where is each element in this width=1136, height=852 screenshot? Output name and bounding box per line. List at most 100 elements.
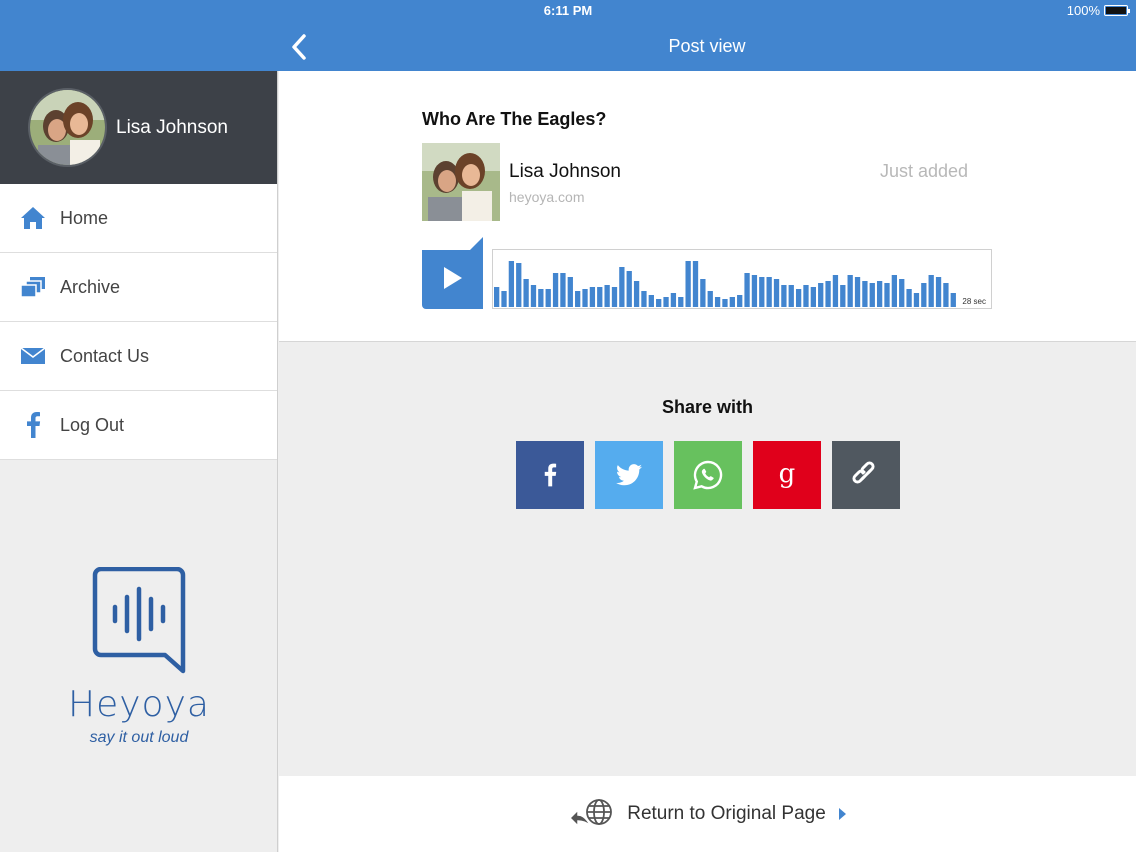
waveform-bar [935,277,942,307]
sidebar-item-label: Log Out [60,414,125,435]
globe-return-icon [569,799,613,828]
waveform-bar [633,281,640,307]
sidebar-item-contact-us[interactable]: Contact Us [0,322,277,391]
waveform-bar [810,287,816,307]
post-timestamp: Just added [880,161,969,181]
waveform-bar [597,287,603,307]
waveform-bar [626,271,632,307]
waveform-bar [737,295,743,307]
waveform-bar [707,291,713,307]
status-time: 6:11 PM [543,3,593,18]
play-button[interactable] [422,237,484,309]
sidebar-item-archive[interactable]: Archive [0,253,277,322]
waveform-bar [766,277,772,307]
waveform-bar [692,261,699,307]
waveform-bar [516,263,522,307]
waveform-bar [501,291,507,307]
waveform-bar [795,289,802,307]
waveform-bar [854,277,861,307]
waveform-bar [663,297,669,307]
main-content: Who Are The Eagles? Lisa Johnson heyoya.… [279,71,1136,852]
waveform-bar [884,283,890,307]
waveform-bar [788,285,794,307]
page-title: Post view [668,36,746,56]
waveform-bar [538,289,544,307]
waveform-bar [722,299,728,307]
waveform-bar [773,279,780,307]
waveform-bar [869,283,875,307]
share-copy-link-button[interactable] [832,441,900,509]
brand-name: Heyoya [68,684,210,725]
sidebar-item-label: Home [60,207,109,228]
twitter-icon [616,464,642,486]
waveform-bar [840,285,846,307]
play-icon [422,237,483,309]
waveform-bar [921,283,927,307]
waveform-bar [803,285,809,307]
waveform-bar [678,297,684,307]
battery-percent: 100% [1066,3,1100,18]
battery-status: 100% [1066,3,1130,18]
waveform-bar [611,287,618,307]
share-twitter-button[interactable] [595,441,663,509]
facebook-icon [544,463,557,487]
waveform-bar [530,285,537,307]
sidebar-item-home[interactable]: Home [0,184,277,253]
sidebar-item-label: Contact Us [60,345,150,366]
archive-icon [20,274,46,300]
envelope-icon [20,343,46,369]
home-icon [20,205,46,231]
waveform-bar [604,285,610,307]
waveform-bar [700,279,706,307]
waveform-bar [656,299,662,307]
share-google-plus-button[interactable]: g [753,441,821,509]
top-bar: 6:11 PM 100% Post view [0,0,1136,71]
post-author[interactable]: Lisa Johnson [509,161,621,183]
waveform-bar [641,291,647,307]
waveform-bar [751,275,758,307]
waveform-bar [862,281,868,307]
waveform-bar [714,297,721,307]
brand-tagline: say it out loud [89,729,189,746]
waveform-bar [567,277,573,307]
waveform-bar [494,287,500,307]
waveform-bar [508,261,515,307]
post-source[interactable]: heyoya.com [509,189,584,205]
post-title: Who Are The Eagles? [422,109,607,129]
return-to-original-page-button[interactable]: Return to Original Page [279,776,1136,852]
post-card: Who Are The Eagles? Lisa Johnson heyoya.… [279,71,1136,342]
waveform-bar [876,281,883,307]
sidebar-menu: Home Archive Contact Us Log Out [0,184,277,460]
waveform-bar [781,285,787,307]
waveform-bar [847,275,853,307]
waveform-bars [494,261,956,307]
sidebar: Lisa Johnson Home Archive Contact Us Log… [0,71,278,852]
waveform-bar [582,289,588,307]
waveform-bar [891,275,898,307]
waveform-bar [759,277,765,307]
chevron-right-icon [838,808,846,820]
waveform-bar [619,267,625,307]
waveform-bar [906,289,912,307]
waveform-bar [589,287,596,307]
profile-header[interactable]: Lisa Johnson [0,71,277,184]
waveform-bar [825,281,831,307]
sidebar-item-log-out[interactable]: Log Out [0,391,277,460]
share-whatsapp-button[interactable] [674,441,742,509]
battery-icon [1104,5,1130,16]
audio-waveform[interactable]: 28 sec [492,249,992,309]
profile-name: Lisa Johnson [116,116,228,138]
brand-logo: Heyoya say it out loud [0,566,278,747]
waveform-bar [899,279,905,307]
post-author-thumbnail [422,143,500,221]
share-facebook-button[interactable] [516,441,584,509]
waveform-bar [950,293,956,307]
link-icon [852,461,875,484]
waveform-bar [928,275,934,307]
waveform-bar [670,293,677,307]
waveform-bar [648,295,654,307]
return-label: Return to Original Page [627,803,826,824]
sidebar-item-label: Archive [60,276,121,297]
audio-duration: 28 sec [962,297,986,306]
avatar [28,88,107,167]
